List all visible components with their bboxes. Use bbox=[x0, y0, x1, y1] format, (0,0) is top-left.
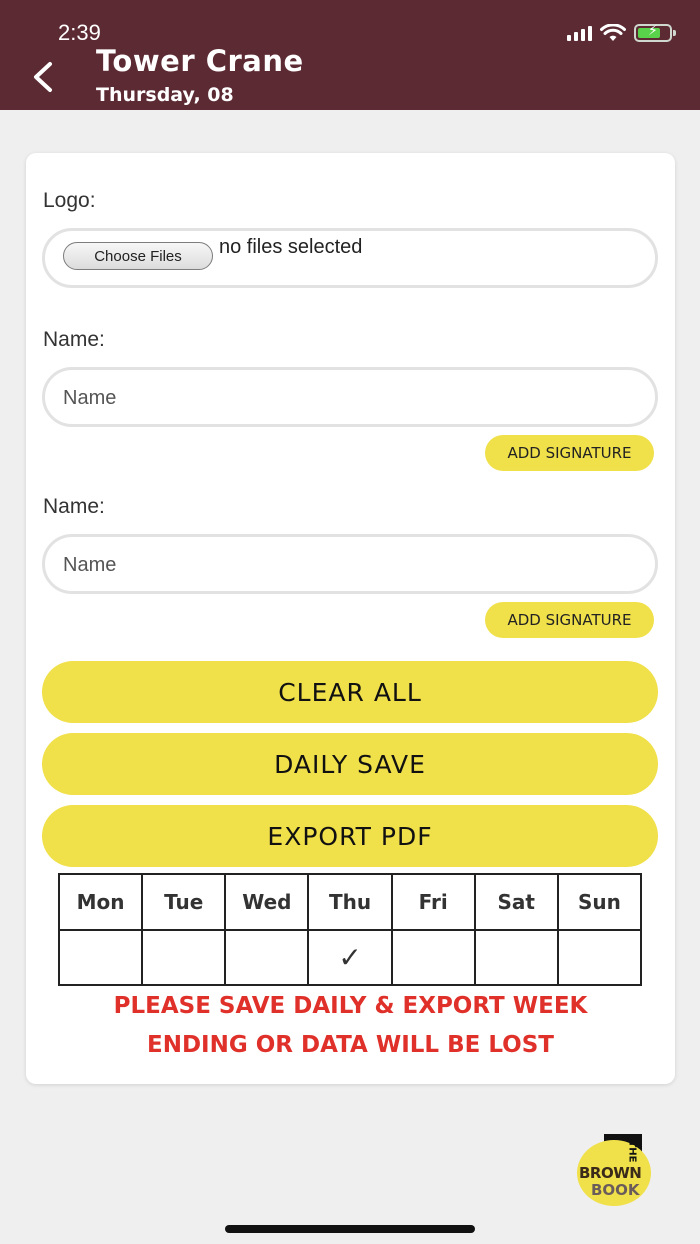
page-subtitle: Thursday, 08 bbox=[96, 84, 234, 106]
daily-save-button[interactable]: DAILY SAVE bbox=[42, 733, 658, 795]
day-header-tue: Tue bbox=[141, 873, 227, 931]
clear-all-button[interactable]: CLEAR ALL bbox=[42, 661, 658, 723]
data-loss-warning: PLEASE SAVE DAILY & EXPORT WEEK ENDING O… bbox=[26, 987, 675, 1065]
back-button[interactable] bbox=[28, 60, 62, 94]
status-time: 2:39 bbox=[58, 20, 101, 45]
add-signature-button-1[interactable]: ADD SIGNATURE bbox=[485, 435, 654, 471]
warning-line-2: ENDING OR DATA WILL BE LOST bbox=[147, 1032, 554, 1058]
home-indicator bbox=[225, 1225, 475, 1233]
week-day-row: Mon Tue Wed Thu Fri Sat Sun bbox=[57, 873, 643, 931]
week-mark-row: ✓ bbox=[57, 929, 643, 986]
day-cell-mon bbox=[57, 929, 144, 986]
day-cell-thu: ✓ bbox=[307, 929, 393, 986]
day-header-mon: Mon bbox=[57, 873, 144, 931]
logo-label: Logo: bbox=[43, 189, 96, 212]
export-pdf-button[interactable]: EXPORT PDF bbox=[42, 805, 658, 867]
signal-icon bbox=[567, 25, 592, 41]
day-cell-wed bbox=[224, 929, 310, 986]
no-files-text: no files selected bbox=[219, 236, 363, 258]
day-cell-sat bbox=[473, 929, 559, 986]
chevron-left-icon bbox=[34, 62, 52, 92]
app-header: 2:39 ⚡ Tower Crane Thursday, 08 bbox=[0, 0, 700, 110]
name1-label: Name: bbox=[43, 328, 105, 351]
day-cell-tue bbox=[141, 929, 227, 986]
brown-book-logo: THE BROWN BOOK bbox=[577, 1134, 667, 1209]
day-cell-sun bbox=[556, 929, 643, 986]
week-table: Mon Tue Wed Thu Fri Sat Sun ✓ bbox=[57, 873, 643, 986]
warning-line-1: PLEASE SAVE DAILY & EXPORT WEEK bbox=[113, 993, 588, 1019]
name2-label: Name: bbox=[43, 495, 105, 518]
name2-input[interactable] bbox=[63, 551, 623, 579]
day-header-fri: Fri bbox=[390, 873, 476, 931]
day-cell-fri bbox=[390, 929, 476, 986]
add-signature-button-2[interactable]: ADD SIGNATURE bbox=[485, 602, 654, 638]
day-header-sat: Sat bbox=[473, 873, 559, 931]
day-header-sun: Sun bbox=[556, 873, 643, 931]
status-icons: ⚡ bbox=[567, 23, 676, 42]
day-header-thu: Thu bbox=[307, 873, 393, 931]
choose-files-button[interactable]: Choose Files bbox=[63, 242, 213, 270]
name1-field bbox=[42, 367, 658, 427]
battery-charging-icon: ⚡ bbox=[634, 23, 676, 42]
name1-input[interactable] bbox=[63, 384, 623, 412]
day-header-wed: Wed bbox=[224, 873, 310, 931]
logo-file-field: Choose Files no files selected bbox=[42, 228, 658, 288]
page-title: Tower Crane bbox=[96, 44, 304, 78]
name2-field bbox=[42, 534, 658, 594]
wifi-icon bbox=[600, 24, 626, 41]
form-card: Logo: Choose Files no files selected Nam… bbox=[26, 153, 675, 1084]
